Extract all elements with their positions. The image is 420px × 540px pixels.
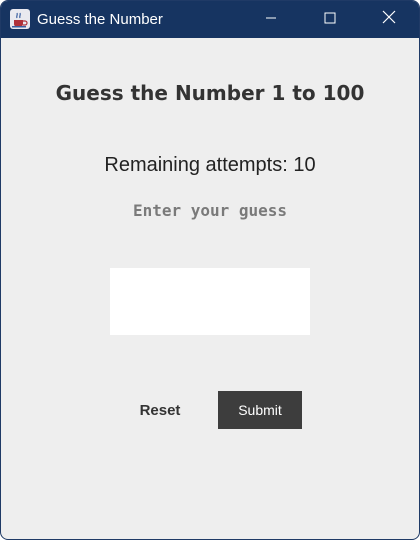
window-title: Guess the Number (37, 11, 163, 28)
title-bar[interactable]: Guess the Number (1, 1, 419, 38)
app-window: Guess the Number Guess the Number 1 to 1… (0, 0, 420, 540)
page-title: Guess the Number 1 to 100 (55, 81, 365, 105)
close-icon (382, 10, 396, 29)
guess-input[interactable] (110, 268, 310, 335)
submit-button[interactable]: Submit (218, 391, 302, 429)
close-button[interactable] (360, 1, 418, 38)
minimize-button[interactable] (242, 1, 300, 38)
maximize-button[interactable] (301, 1, 359, 38)
minimize-icon (265, 11, 277, 29)
maximize-icon (324, 11, 336, 29)
reset-button[interactable]: Reset (125, 391, 195, 429)
guess-prompt-label: Enter your guess (132, 201, 288, 220)
java-coffee-cup-icon (10, 9, 30, 29)
remaining-attempts-label: Remaining attempts: 10 (104, 154, 316, 176)
